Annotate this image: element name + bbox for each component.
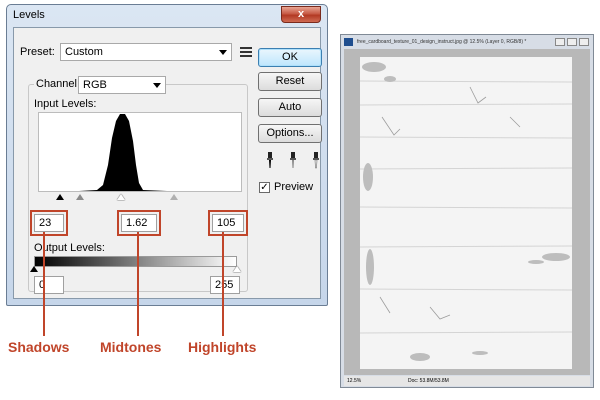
preset-dropdown[interactable]: Custom xyxy=(60,43,232,61)
options-button[interactable]: Options... xyxy=(258,124,322,143)
doc-size-readout: Doc: 53.8M/53.8M xyxy=(408,378,449,384)
close-icon: x xyxy=(297,8,305,20)
output-low-field[interactable]: 0 xyxy=(34,276,64,294)
shadows-callout-line xyxy=(43,232,45,336)
cardboard-texture-image xyxy=(359,57,573,369)
preset-value: Custom xyxy=(65,46,103,58)
output-high-field[interactable]: 255 xyxy=(210,276,240,294)
gray-eyedropper-icon[interactable] xyxy=(287,152,299,170)
close-button[interactable]: x xyxy=(281,6,321,23)
preview-checkbox[interactable]: ✓ xyxy=(259,182,270,193)
maximize-button[interactable] xyxy=(567,38,577,46)
dialog-body: Preset: Custom Channel: RGB Input Levels… xyxy=(13,27,322,299)
output-gradient xyxy=(34,256,237,267)
preview-label: Preview xyxy=(274,181,314,193)
black-eyedropper-icon[interactable] xyxy=(264,152,276,170)
ok-button[interactable]: OK xyxy=(258,48,322,67)
texture-artwork xyxy=(359,57,573,369)
zoom-readout[interactable]: 12.5% xyxy=(347,376,361,386)
reset-button[interactable]: Reset xyxy=(258,72,322,91)
highlight-highlight-box xyxy=(208,210,248,236)
highlights-callout-line xyxy=(222,232,224,336)
canvas-area[interactable] xyxy=(344,49,590,375)
preset-label: Preset: xyxy=(20,46,55,58)
highlights-callout: Highlights xyxy=(188,339,257,355)
shadow-input-slider[interactable] xyxy=(56,194,64,200)
histogram xyxy=(38,112,242,192)
midtones-callout-line xyxy=(137,232,139,336)
channel-dropdown[interactable]: RGB xyxy=(78,76,166,94)
shadows-callout: Shadows xyxy=(8,339,70,355)
input-levels-label: Input Levels: xyxy=(34,98,97,110)
dropdown-arrow-icon xyxy=(153,83,161,88)
image-window-title: free_cardboard_texture_01_design_instruc… xyxy=(357,39,527,45)
dialog-title: Levels xyxy=(13,9,45,21)
window-close-button[interactable] xyxy=(579,38,589,46)
image-window: free_cardboard_texture_01_design_instruc… xyxy=(340,34,594,388)
minimize-button[interactable] xyxy=(555,38,565,46)
channel-value: RGB xyxy=(83,79,107,91)
shadow-highlight-box xyxy=(30,210,68,236)
dropdown-arrow-icon xyxy=(219,50,227,55)
highlight-input-slider[interactable] xyxy=(117,194,125,200)
midtones-callout: Midtones xyxy=(100,339,162,355)
photoshop-icon xyxy=(344,38,353,46)
midtone-input-slider[interactable] xyxy=(76,194,84,200)
white-eyedropper-icon[interactable] xyxy=(310,152,322,170)
output-black-slider[interactable] xyxy=(30,266,38,272)
status-bar: 12.5% Doc: 53.8M/53.8M xyxy=(344,376,590,386)
output-white-slider[interactable] xyxy=(233,266,241,272)
reference-slider xyxy=(170,194,178,200)
channel-label: Channel: xyxy=(34,78,83,90)
preset-menu-icon[interactable] xyxy=(240,47,252,57)
midtone-highlight-box xyxy=(117,210,161,236)
auto-button[interactable]: Auto xyxy=(258,98,322,117)
levels-dialog: Levels x Preset: Custom Channel: RGB Inp… xyxy=(6,4,328,306)
histogram-graph xyxy=(79,114,167,191)
